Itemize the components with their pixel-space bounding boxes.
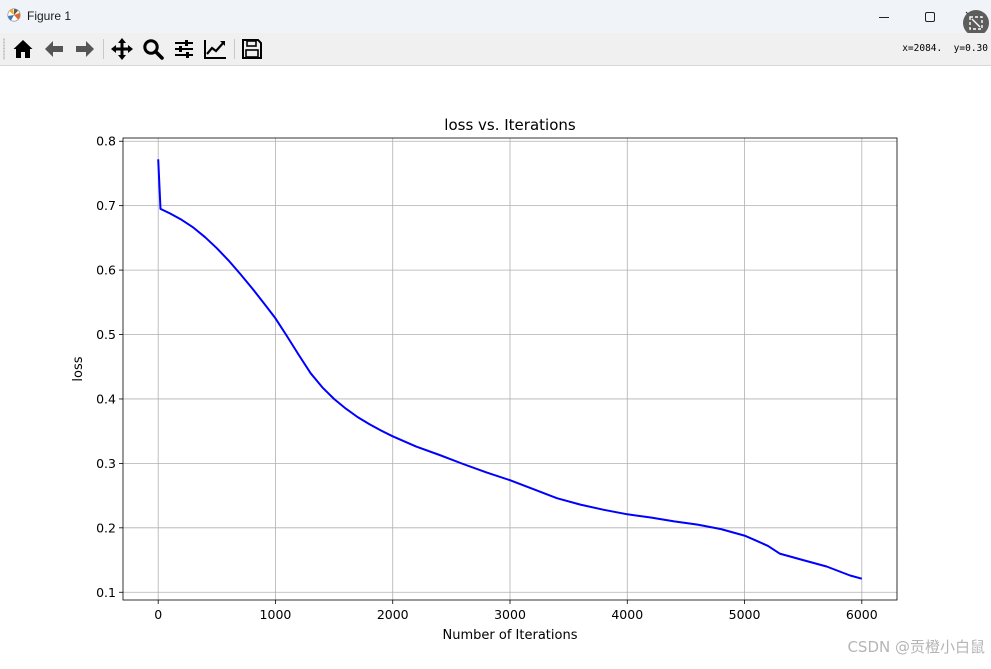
magnifier-icon xyxy=(143,39,164,60)
home-button[interactable] xyxy=(9,36,37,62)
y-tick-label: 0.8 xyxy=(96,134,116,149)
y-tick-label: 0.6 xyxy=(96,263,116,278)
minimize-button[interactable] xyxy=(861,0,907,33)
y-tick-label: 0.7 xyxy=(96,198,116,213)
forward-button[interactable] xyxy=(71,36,99,62)
x-tick-label: 2000 xyxy=(377,607,409,622)
x-tick-label: 3000 xyxy=(494,607,526,622)
window-titlebar: Figure 1 xyxy=(0,0,991,36)
x-tick-label: 6000 xyxy=(846,607,878,622)
matplotlib-logo-icon xyxy=(7,8,21,22)
floppy-disk-icon xyxy=(242,39,262,59)
y-tick-label: 0.1 xyxy=(96,585,116,600)
sliders-icon xyxy=(175,40,193,58)
y-axis-label: loss xyxy=(71,356,86,381)
back-button[interactable] xyxy=(40,36,68,62)
y-tick-label: 0.4 xyxy=(96,391,116,406)
x-tick-label: 1000 xyxy=(260,607,292,622)
x-tick-label: 5000 xyxy=(729,607,761,622)
minimize-icon xyxy=(879,16,889,18)
navigation-toolbar: x=2084. y=0.30 xyxy=(0,33,991,66)
loss-chart[interactable]: 0 1000 2000 3000 4000 5000 6000 0.1 0.2 0.3 0.4 0.5… xyxy=(0,66,991,665)
move-arrows-icon xyxy=(111,38,133,60)
y-tick-label: 0.3 xyxy=(96,456,116,471)
pan-button[interactable] xyxy=(108,36,136,62)
home-icon xyxy=(13,40,33,58)
edit-axes-button[interactable] xyxy=(201,36,229,62)
toolbar-grip xyxy=(3,38,5,60)
arrow-right-icon xyxy=(76,41,94,57)
zoom-button[interactable] xyxy=(139,36,167,62)
grid xyxy=(123,138,897,600)
cursor-coordinates: x=2084. y=0.30 xyxy=(902,43,988,54)
x-tick-label: 0 xyxy=(154,607,162,622)
watermark: CSDN @贡橙小白鼠 xyxy=(847,638,985,656)
arrow-left-icon xyxy=(45,41,63,57)
y-tick-label: 0.5 xyxy=(96,327,116,342)
toolbar-separator xyxy=(234,39,235,59)
save-button[interactable] xyxy=(238,36,266,62)
toolbar-separator xyxy=(103,39,104,59)
x-tick-label: 4000 xyxy=(611,607,643,622)
figure-canvas[interactable]: 0 1000 2000 3000 4000 5000 6000 0.1 0.2 0.3 0.4 0.5… xyxy=(0,66,991,665)
chart-title: loss vs. Iterations xyxy=(444,116,576,134)
window-title: Figure 1 xyxy=(27,9,72,23)
subplots-button[interactable] xyxy=(170,36,198,62)
line-chart-icon xyxy=(204,40,226,59)
tick-layer: 0 1000 2000 3000 4000 5000 6000 0.1 0.2 0.3 0.4 0.5… xyxy=(96,134,878,622)
maximize-icon xyxy=(925,11,935,22)
y-tick-label: 0.2 xyxy=(96,520,116,535)
x-axis-label: Number of Iterations xyxy=(443,628,578,643)
maximize-button[interactable] xyxy=(907,0,953,33)
